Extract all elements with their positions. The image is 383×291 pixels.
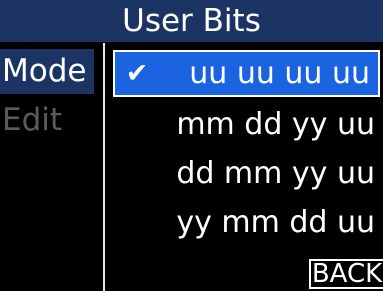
option-uu-uu-uu-uu[interactable]: ✔ uu uu uu uu [113, 50, 380, 97]
back-button[interactable]: BACK [309, 259, 383, 289]
sidebar-item-mode[interactable]: Mode [0, 49, 94, 94]
option-label: mm dd yy uu [176, 106, 375, 142]
sidebar: Mode Edit [0, 43, 105, 291]
option-label: dd mm yy uu [176, 155, 375, 191]
option-label: yy mm dd uu [176, 204, 375, 240]
option-yy-mm-dd-uu[interactable]: yy mm dd uu [112, 199, 383, 245]
sidebar-item-edit[interactable]: Edit [0, 98, 102, 143]
option-mm-dd-yy-uu[interactable]: mm dd yy uu [112, 101, 383, 147]
divider [103, 43, 105, 291]
screen-title: User Bits [0, 0, 383, 42]
checkmark-icon: ✔ [125, 58, 149, 89]
option-dd-mm-yy-uu[interactable]: dd mm yy uu [112, 150, 383, 196]
screen-title-text: User Bits [122, 2, 261, 39]
option-label: uu uu uu uu [189, 56, 370, 91]
